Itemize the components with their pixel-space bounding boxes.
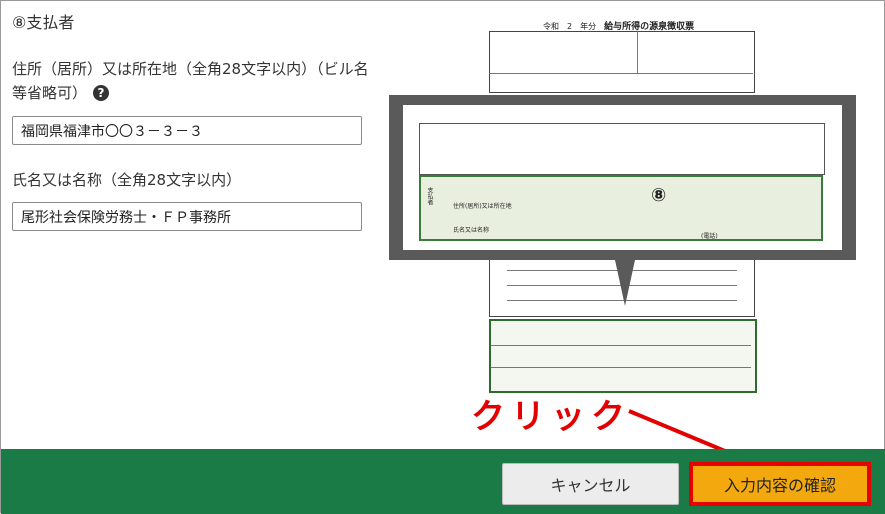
zoom-callout: 支払者 ⑧ 住所(居所)又は所在地 氏名又は名称 (電話)	[389, 95, 856, 260]
address-input[interactable]	[12, 116, 362, 145]
zoom-table-header	[419, 123, 825, 175]
zoom-callout-inner: 支払者 ⑧ 住所(居所)又は所在地 氏名又は名称 (電話)	[403, 105, 842, 250]
name-row-label: 氏名又は名称	[453, 227, 490, 234]
click-annotation: クリック	[471, 397, 631, 437]
section-title: ⑧支払者	[12, 13, 75, 32]
name-label: 氏名又は名称（全角28文字以内）	[12, 171, 242, 189]
tel-label: (電話)	[701, 233, 718, 240]
callout-pointer	[615, 260, 635, 306]
form-vline	[637, 31, 638, 73]
payer-side-label: 支払者	[426, 187, 433, 205]
callout-number: ⑧	[651, 185, 667, 206]
zoom-payer-row: 支払者 ⑧ 住所(居所)又は所在地 氏名又は名称 (電話)	[419, 175, 823, 241]
form-line	[489, 73, 753, 74]
confirm-input-button[interactable]: 入力内容の確認	[689, 462, 871, 506]
help-icon[interactable]: ?	[93, 85, 110, 101]
address-label: 住所（居所）又は所在地（全角28文字以内）（ビル名等省略可）?	[12, 57, 372, 105]
form-line	[491, 345, 751, 346]
cancel-button[interactable]: キャンセル	[502, 463, 679, 505]
name-input[interactable]	[12, 202, 362, 231]
form-top-frame	[489, 31, 755, 93]
form-line	[491, 367, 751, 368]
form-payer-highlight	[489, 319, 757, 393]
address-label-text: 住所（居所）又は所在地（全角28文字以内）（ビル名等省略可）	[12, 60, 369, 102]
address-row-label: 住所(居所)又は所在地	[453, 203, 512, 210]
